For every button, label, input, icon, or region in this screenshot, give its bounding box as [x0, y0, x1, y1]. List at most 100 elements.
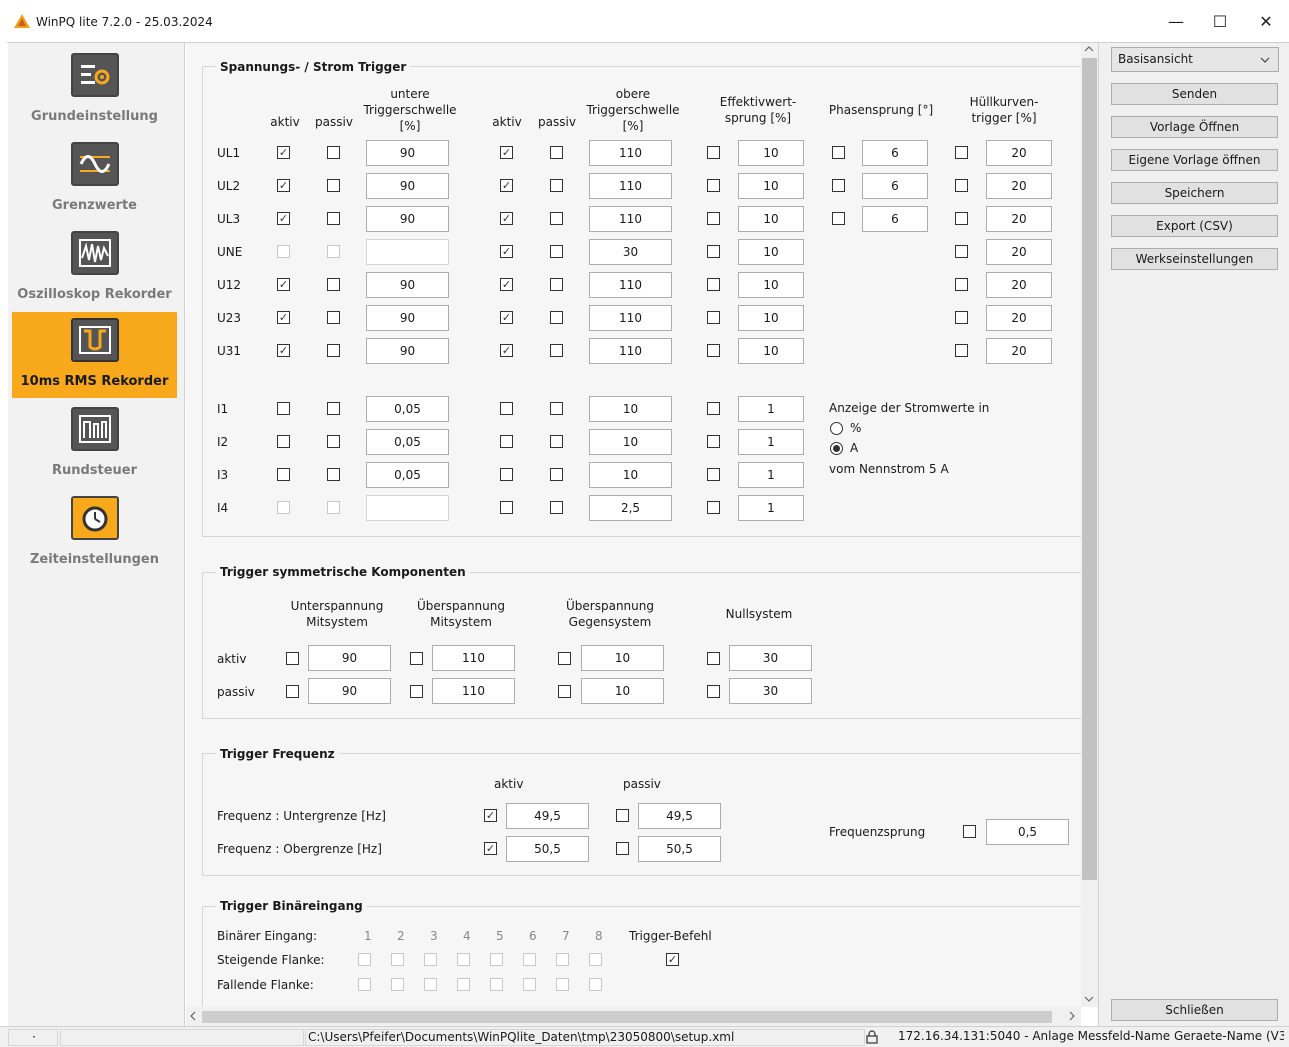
i1-upper-aktiv-checkbox[interactable]	[500, 402, 513, 415]
u12-upper-aktiv-checkbox[interactable]: ✓	[500, 278, 513, 291]
ul2-phase-input[interactable]: 6	[862, 173, 928, 199]
u23-upper-aktiv-checkbox[interactable]: ✓	[500, 311, 513, 324]
ampere-radio[interactable]	[830, 442, 843, 455]
une-eff-checkbox[interactable]	[707, 245, 720, 258]
ul2-env-checkbox[interactable]	[955, 179, 968, 192]
i1-lower-aktiv-checkbox[interactable]	[277, 402, 290, 415]
u31-env-checkbox[interactable]	[955, 344, 968, 357]
vertical-scrollbar-thumb[interactable]	[1082, 58, 1097, 880]
ul3-lower-passiv-checkbox[interactable]	[327, 212, 340, 225]
ul3-eff-checkbox[interactable]	[707, 212, 720, 225]
i1-lower-input[interactable]: 0,05	[366, 396, 449, 422]
i1-upper-passiv-checkbox[interactable]	[550, 402, 563, 415]
sym-aktiv-input-2[interactable]: 110	[432, 645, 515, 671]
une-upper-input[interactable]: 30	[589, 239, 672, 265]
freq-jump-input[interactable]: 0,5	[986, 819, 1069, 845]
u12-eff-input[interactable]: 10	[738, 272, 804, 298]
une-upper-aktiv-checkbox[interactable]: ✓	[500, 245, 513, 258]
ul3-env-checkbox[interactable]	[955, 212, 968, 225]
u31-lower-aktiv-checkbox[interactable]: ✓	[277, 344, 290, 357]
u31-env-input[interactable]: 20	[986, 338, 1052, 364]
ul2-phase-checkbox[interactable]	[832, 179, 845, 192]
export-csv-button[interactable]: Export (CSV)	[1111, 215, 1278, 237]
freq-lower-aktiv-input[interactable]: 49,5	[506, 803, 589, 829]
ul2-env-input[interactable]: 20	[986, 173, 1052, 199]
sym-aktiv-checkbox-2[interactable]	[410, 652, 423, 665]
ul1-upper-passiv-checkbox[interactable]	[550, 146, 563, 159]
sym-aktiv-checkbox-4[interactable]	[707, 652, 720, 665]
ul2-eff-checkbox[interactable]	[707, 179, 720, 192]
i4-eff-checkbox[interactable]	[707, 501, 720, 514]
une-upper-passiv-checkbox[interactable]	[550, 245, 563, 258]
u23-lower-input[interactable]: 90	[366, 305, 449, 331]
ul1-lower-aktiv-checkbox[interactable]: ✓	[277, 146, 290, 159]
scroll-up-icon[interactable]	[1084, 44, 1094, 54]
i1-upper-input[interactable]: 10	[589, 396, 672, 422]
ul2-lower-aktiv-checkbox[interactable]: ✓	[277, 179, 290, 192]
u23-upper-passiv-checkbox[interactable]	[550, 311, 563, 324]
sym-passiv-input-4[interactable]: 30	[729, 678, 812, 704]
nav-item-grenzwerte[interactable]: Grenzwerte	[12, 136, 177, 222]
u12-upper-input[interactable]: 110	[589, 272, 672, 298]
i2-upper-aktiv-checkbox[interactable]	[500, 435, 513, 448]
u12-env-input[interactable]: 20	[986, 272, 1052, 298]
freq-upper-aktiv-checkbox[interactable]: ✓	[484, 842, 497, 855]
trigger-command-checkbox[interactable]: ✓	[666, 953, 679, 966]
une-env-checkbox[interactable]	[955, 245, 968, 258]
sym-passiv-input-1[interactable]: 90	[308, 678, 391, 704]
nav-item-zeiteinstellungen[interactable]: Zeiteinstellungen	[12, 490, 177, 576]
ul1-eff-input[interactable]: 10	[738, 140, 804, 166]
ul3-upper-aktiv-checkbox[interactable]: ✓	[500, 212, 513, 225]
i1-eff-checkbox[interactable]	[707, 402, 720, 415]
u12-eff-checkbox[interactable]	[707, 278, 720, 291]
i2-eff-input[interactable]: 1	[738, 429, 804, 455]
nav-item-10ms-rms-rekorder[interactable]: 10ms RMS Rekorder	[12, 312, 177, 398]
sym-passiv-checkbox-3[interactable]	[558, 685, 571, 698]
view-select[interactable]: Basisansicht	[1111, 47, 1279, 72]
freq-lower-passiv-input[interactable]: 49,5	[638, 803, 721, 829]
sym-aktiv-input-1[interactable]: 90	[308, 645, 391, 671]
i3-lower-input[interactable]: 0,05	[366, 462, 449, 488]
sym-passiv-input-3[interactable]: 10	[581, 678, 664, 704]
horizontal-scrollbar-thumb[interactable]	[202, 1011, 1052, 1023]
scroll-down-icon[interactable]	[1084, 994, 1094, 1004]
u23-eff-input[interactable]: 10	[738, 305, 804, 331]
u31-upper-passiv-checkbox[interactable]	[550, 344, 563, 357]
u12-lower-passiv-checkbox[interactable]	[327, 278, 340, 291]
ul3-upper-input[interactable]: 110	[589, 206, 672, 232]
nav-item-oszilloskop-rekorder[interactable]: Oszilloskop Rekorder	[12, 225, 177, 311]
ul3-upper-passiv-checkbox[interactable]	[550, 212, 563, 225]
i3-upper-aktiv-checkbox[interactable]	[500, 468, 513, 481]
u23-lower-aktiv-checkbox[interactable]: ✓	[277, 311, 290, 324]
minimize-button[interactable]: —	[1154, 8, 1198, 36]
ul1-eff-checkbox[interactable]	[707, 146, 720, 159]
ul1-lower-input[interactable]: 90	[366, 140, 449, 166]
u31-lower-passiv-checkbox[interactable]	[327, 344, 340, 357]
ul3-phase-checkbox[interactable]	[832, 212, 845, 225]
i3-lower-aktiv-checkbox[interactable]	[277, 468, 290, 481]
une-eff-input[interactable]: 10	[738, 239, 804, 265]
ul1-upper-aktiv-checkbox[interactable]: ✓	[500, 146, 513, 159]
u31-upper-input[interactable]: 110	[589, 338, 672, 364]
ul3-lower-aktiv-checkbox[interactable]: ✓	[277, 212, 290, 225]
send-button[interactable]: Senden	[1111, 83, 1278, 105]
ul1-env-input[interactable]: 20	[986, 140, 1052, 166]
u23-lower-passiv-checkbox[interactable]	[327, 311, 340, 324]
sym-aktiv-checkbox-3[interactable]	[558, 652, 571, 665]
freq-lower-aktiv-checkbox[interactable]: ✓	[484, 809, 497, 822]
u23-env-input[interactable]: 20	[986, 305, 1052, 331]
i4-upper-passiv-checkbox[interactable]	[550, 501, 563, 514]
i2-upper-passiv-checkbox[interactable]	[550, 435, 563, 448]
scroll-left-icon[interactable]	[188, 1011, 198, 1021]
ul1-env-checkbox[interactable]	[955, 146, 968, 159]
u23-eff-checkbox[interactable]	[707, 311, 720, 324]
i4-upper-input[interactable]: 2,5	[589, 495, 672, 521]
sym-passiv-checkbox-2[interactable]	[410, 685, 423, 698]
i1-lower-passiv-checkbox[interactable]	[327, 402, 340, 415]
ul2-eff-input[interactable]: 10	[738, 173, 804, 199]
ul2-lower-input[interactable]: 90	[366, 173, 449, 199]
sym-passiv-checkbox-4[interactable]	[707, 685, 720, 698]
ul3-env-input[interactable]: 20	[986, 206, 1052, 232]
ul2-lower-passiv-checkbox[interactable]	[327, 179, 340, 192]
open-template-button[interactable]: Vorlage Öffnen	[1111, 116, 1278, 138]
